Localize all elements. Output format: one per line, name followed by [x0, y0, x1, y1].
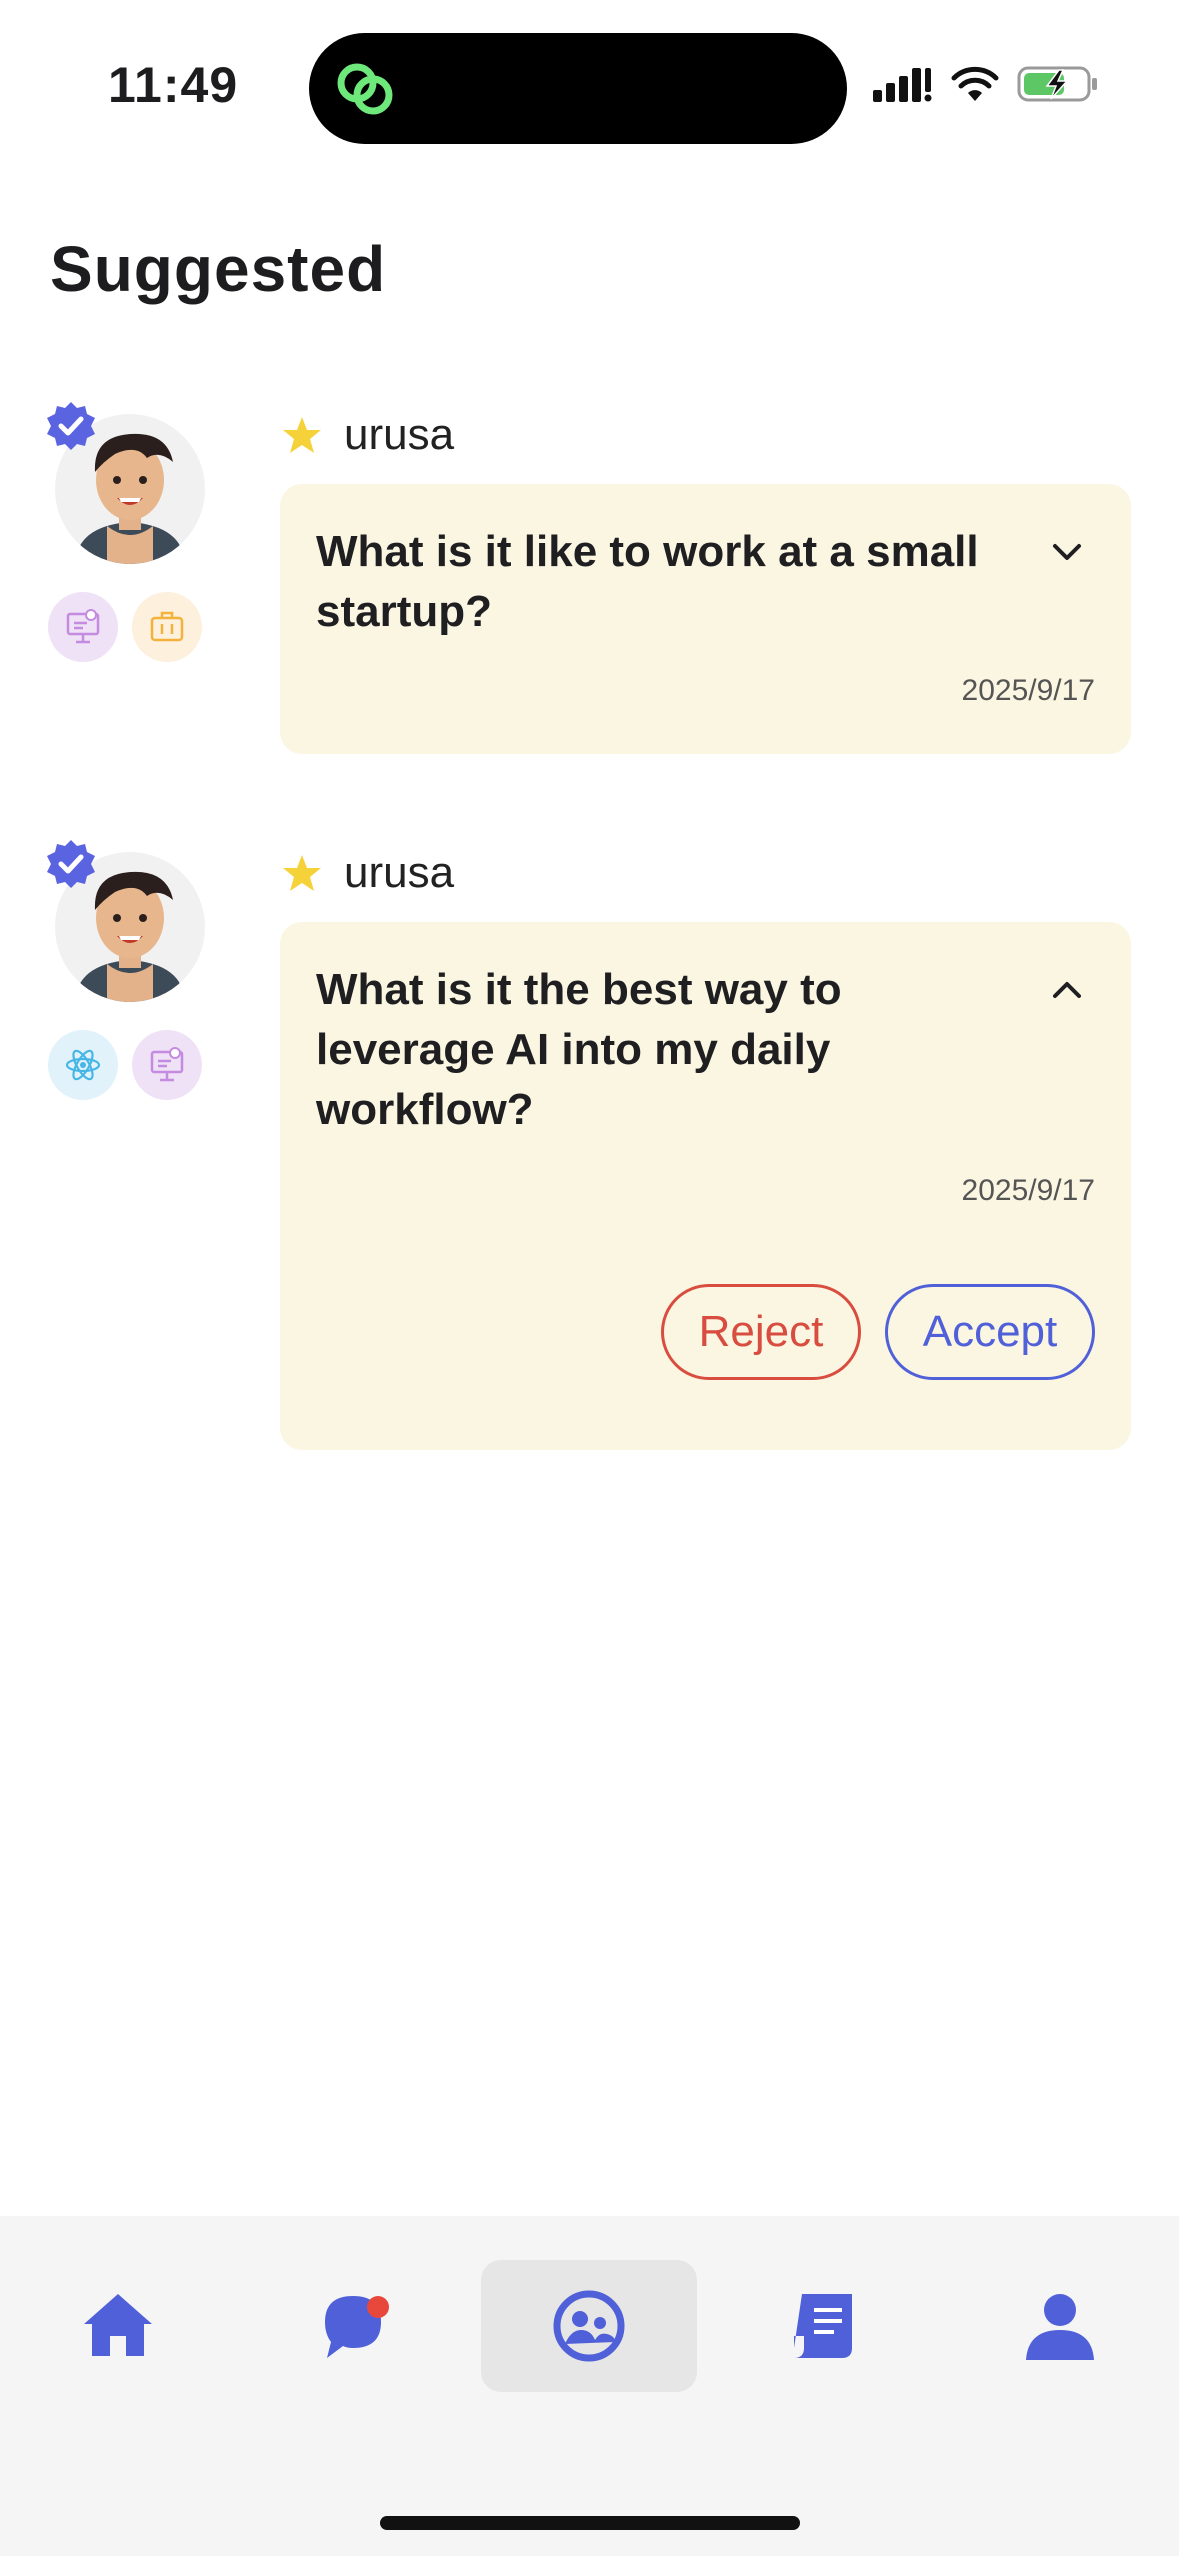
- chevron-down-icon[interactable]: [1047, 532, 1087, 572]
- notification-dot: [367, 2296, 389, 2318]
- question-card[interactable]: What is it like to work at a small start…: [280, 484, 1131, 754]
- question-text: What is it the best way to leverage AI i…: [316, 965, 842, 1134]
- status-time: 11:49: [108, 57, 239, 113]
- atom-icon: [65, 1049, 101, 1081]
- verified-badge-icon: [47, 840, 95, 888]
- home-indicator: [380, 2516, 800, 2530]
- page-title: Suggested: [50, 233, 387, 305]
- status-indicators: [873, 64, 1099, 104]
- presentation-icon: [150, 1047, 184, 1082]
- user-row: urusa: [282, 848, 454, 898]
- chevron-up-icon[interactable]: [1047, 970, 1087, 1010]
- username[interactable]: urusa: [344, 410, 454, 460]
- user-row: urusa: [282, 410, 454, 460]
- accept-button[interactable]: Accept: [885, 1284, 1095, 1380]
- user-avatar-container[interactable]: [47, 840, 205, 1002]
- link-icon: [337, 63, 393, 115]
- skill-badges: [48, 592, 202, 662]
- reject-button[interactable]: Reject: [661, 1284, 861, 1380]
- skill-badges: [48, 1030, 202, 1100]
- status-bar: 11:49: [0, 0, 1179, 170]
- question-date: 2025/9/17: [961, 674, 1095, 707]
- presentation-icon: [66, 609, 100, 644]
- user-avatar-container[interactable]: [47, 402, 205, 564]
- community-icon: [553, 2290, 625, 2362]
- skill-badge: [132, 1030, 202, 1100]
- skill-badge: [48, 1030, 118, 1100]
- username[interactable]: urusa: [344, 848, 454, 898]
- question-date: 2025/9/17: [961, 1174, 1095, 1207]
- cellular-signal-icon: [873, 68, 932, 102]
- tab-profile[interactable]: [952, 2260, 1168, 2392]
- home-icon: [84, 2294, 152, 2356]
- briefcase-icon: [150, 611, 184, 642]
- question-card[interactable]: What is it the best way to leverage AI i…: [280, 922, 1131, 1450]
- notes-icon: [794, 2294, 852, 2358]
- tab-notes[interactable]: [716, 2260, 932, 2392]
- tab-messages[interactable]: [245, 2260, 461, 2392]
- dynamic-island: [309, 33, 847, 144]
- skill-badge: [132, 592, 202, 662]
- profile-icon: [1026, 2294, 1094, 2360]
- battery-charging-icon: [1017, 66, 1097, 102]
- star-icon: [283, 855, 321, 891]
- skill-badge: [48, 592, 118, 662]
- question-text: What is it like to work at a small start…: [316, 527, 979, 636]
- verified-badge-icon: [47, 402, 95, 450]
- tab-community[interactable]: [481, 2260, 697, 2392]
- bottom-tab-bar: [0, 2216, 1179, 2556]
- wifi-icon: [951, 66, 999, 101]
- star-icon: [283, 417, 321, 453]
- tab-home[interactable]: [10, 2260, 226, 2392]
